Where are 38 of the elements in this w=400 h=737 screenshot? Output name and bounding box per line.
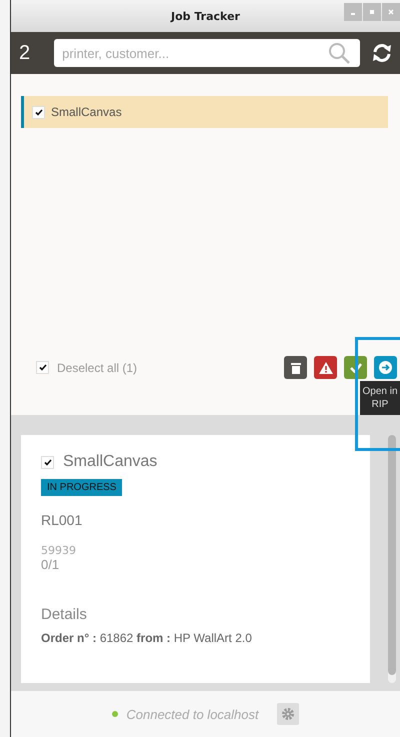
check-icon xyxy=(38,364,46,371)
job-name: SmallCanvas xyxy=(51,105,122,119)
deselect-label: Deselect all (1) xyxy=(57,360,138,374)
checkbox[interactable] xyxy=(36,361,49,374)
job-number: 59939 xyxy=(41,544,76,557)
tooltip: Open in RIP xyxy=(360,381,400,415)
scrollbar[interactable] xyxy=(388,435,396,683)
refresh-icon[interactable] xyxy=(372,43,392,63)
settings-icon xyxy=(280,707,295,721)
warning-button[interactable] xyxy=(314,356,337,379)
maximize-icon xyxy=(369,9,375,15)
maximize-button[interactable] xyxy=(363,3,381,21)
settings-button[interactable] xyxy=(276,703,299,725)
progress-count: 0/1 xyxy=(41,557,60,572)
checkbox[interactable] xyxy=(32,106,45,118)
warning-icon xyxy=(318,362,332,374)
window-title: Job Tracker xyxy=(171,10,240,22)
minimize-button[interactable] xyxy=(344,3,362,21)
job-row[interactable]: SmallCanvas xyxy=(21,96,388,128)
job-title: SmallCanvas xyxy=(63,453,158,471)
trash-icon xyxy=(290,362,300,374)
open-button[interactable] xyxy=(374,356,397,379)
search-icon xyxy=(328,42,350,64)
checkbox[interactable] xyxy=(41,456,54,468)
status-badge: IN PROGRESS xyxy=(41,479,122,496)
job-count: 2 xyxy=(19,42,30,64)
arrow-circle-icon xyxy=(379,361,392,374)
connection-status: Connected to localhost xyxy=(126,706,259,722)
close-icon xyxy=(388,9,394,15)
printer-code: RL001 xyxy=(41,512,82,528)
delete-button[interactable] xyxy=(284,356,307,379)
check-icon xyxy=(34,108,42,116)
order-info: Order n° : 61862 from : HP WallArt 2.0 xyxy=(41,631,252,645)
check-icon xyxy=(44,458,52,466)
close-button[interactable] xyxy=(382,3,400,21)
search-field[interactable]: printer, customer... xyxy=(54,39,360,67)
check-icon xyxy=(350,362,362,372)
details-heading: Details xyxy=(41,606,87,623)
